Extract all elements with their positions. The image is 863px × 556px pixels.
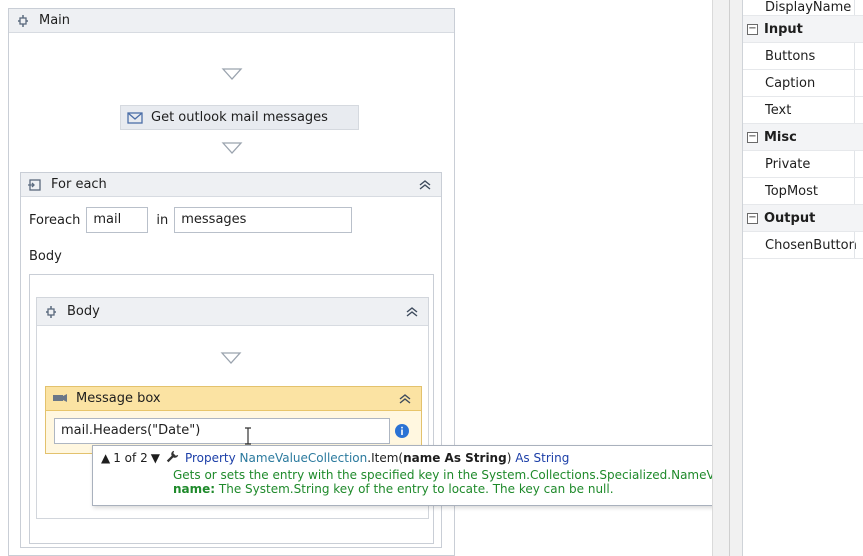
collapse-minus-icon[interactable]: − xyxy=(747,212,758,224)
property-row-topmost[interactable]: TopMost xyxy=(743,178,863,205)
param-name: name: xyxy=(173,482,216,496)
param-description: The System.String key of the entry to lo… xyxy=(218,482,614,496)
category-label: Input xyxy=(764,21,803,37)
properties-panel: DisplayName − Input Buttons Caption Text… xyxy=(742,0,863,556)
property-row-text[interactable]: Text xyxy=(743,97,863,124)
drop-target-icon[interactable] xyxy=(221,141,243,155)
property-label: Private xyxy=(765,156,811,172)
signature-keyword: Property xyxy=(184,451,236,465)
property-label: Text xyxy=(765,102,792,118)
info-icon[interactable] xyxy=(394,423,410,439)
text-cursor-icon xyxy=(245,427,251,445)
main-sequence-title: Main xyxy=(39,13,71,28)
property-row-caption[interactable]: Caption xyxy=(743,70,863,97)
collapse-icon[interactable] xyxy=(404,304,420,320)
foreach-label: Foreach xyxy=(29,212,81,228)
for-each-row: Foreach mail in messages xyxy=(29,207,353,233)
for-each-title: For each xyxy=(51,177,107,192)
message-box-activity[interactable]: Message box mail.Headers("Date") xyxy=(45,386,422,454)
sequence-icon xyxy=(15,13,31,29)
property-label: DisplayName xyxy=(765,0,852,15)
body-label: Body xyxy=(29,249,62,264)
overload-count: 1 of 2 xyxy=(113,451,148,465)
signature-close: ) xyxy=(506,451,512,465)
drop-target-icon[interactable] xyxy=(221,67,243,81)
body-sequence-header[interactable]: Body xyxy=(37,298,428,326)
panel-splitter[interactable] xyxy=(729,0,730,556)
property-label: ChosenButton xyxy=(765,237,857,253)
property-label: Buttons xyxy=(765,48,816,64)
for-each-header[interactable]: For each xyxy=(21,173,441,197)
main-sequence-header[interactable]: Main xyxy=(9,9,454,33)
sequence-icon xyxy=(43,304,59,320)
drop-target-icon[interactable] xyxy=(220,351,242,365)
wrench-icon xyxy=(166,450,179,466)
signature-as: As xyxy=(515,451,530,465)
collapse-minus-icon[interactable]: − xyxy=(747,131,758,143)
property-row-private[interactable]: Private xyxy=(743,151,863,178)
category-misc[interactable]: − Misc xyxy=(743,124,863,151)
in-label: in xyxy=(156,212,169,228)
property-label: Caption xyxy=(765,75,816,91)
message-text-input[interactable]: mail.Headers("Date") xyxy=(54,418,390,444)
foreach-collection-input[interactable]: messages xyxy=(174,207,353,233)
collapse-icon[interactable] xyxy=(417,177,433,193)
overload-navigator[interactable]: ▲ 1 of 2 ▼ xyxy=(101,451,160,465)
message-box-header[interactable]: Message box xyxy=(46,387,421,411)
category-label: Output xyxy=(764,210,816,226)
signature-member: .Item( xyxy=(367,451,404,465)
for-each-icon xyxy=(27,177,43,193)
property-row-buttons[interactable]: Buttons xyxy=(743,43,863,70)
foreach-item-input[interactable]: mail xyxy=(86,207,149,233)
signature-param: name As String xyxy=(403,451,507,465)
get-outlook-mail-label: Get outlook mail messages xyxy=(151,110,328,125)
property-label: TopMost xyxy=(765,183,818,199)
mail-icon xyxy=(127,110,143,126)
message-box-title: Message box xyxy=(76,391,161,406)
get-outlook-mail-activity[interactable]: Get outlook mail messages xyxy=(120,105,359,130)
property-row-displayname[interactable]: DisplayName xyxy=(743,0,863,16)
category-input[interactable]: − Input xyxy=(743,16,863,43)
signature-return-type: String xyxy=(533,451,570,465)
overload-up-icon[interactable]: ▲ xyxy=(101,451,110,465)
collapse-icon[interactable] xyxy=(397,391,413,407)
category-label: Misc xyxy=(764,129,797,145)
panel-gutter xyxy=(712,0,742,556)
overload-down-icon[interactable]: ▼ xyxy=(151,451,160,465)
body-sequence-title: Body xyxy=(67,304,100,319)
collapse-minus-icon[interactable]: − xyxy=(747,23,758,35)
category-output[interactable]: − Output xyxy=(743,205,863,232)
property-row-chosenbutton[interactable]: ChosenButton xyxy=(743,232,863,259)
signature-type: NameValueCollection xyxy=(239,451,368,465)
message-box-icon xyxy=(52,391,68,407)
workflow-designer-canvas: Main Get outlook mail messages For each … xyxy=(0,0,838,556)
